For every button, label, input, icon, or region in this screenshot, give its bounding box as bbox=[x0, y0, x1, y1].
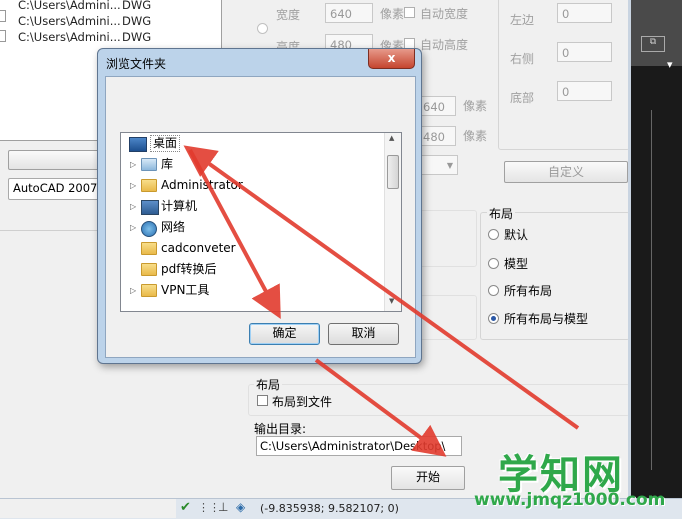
arrow-to-ok bbox=[188, 149, 281, 320]
arrow-to-output bbox=[314, 358, 447, 457]
watermark-url: www.jmqz1000.com bbox=[474, 490, 666, 510]
annotation-arrows bbox=[183, 145, 580, 457]
arrow-to-desktop bbox=[183, 145, 580, 430]
